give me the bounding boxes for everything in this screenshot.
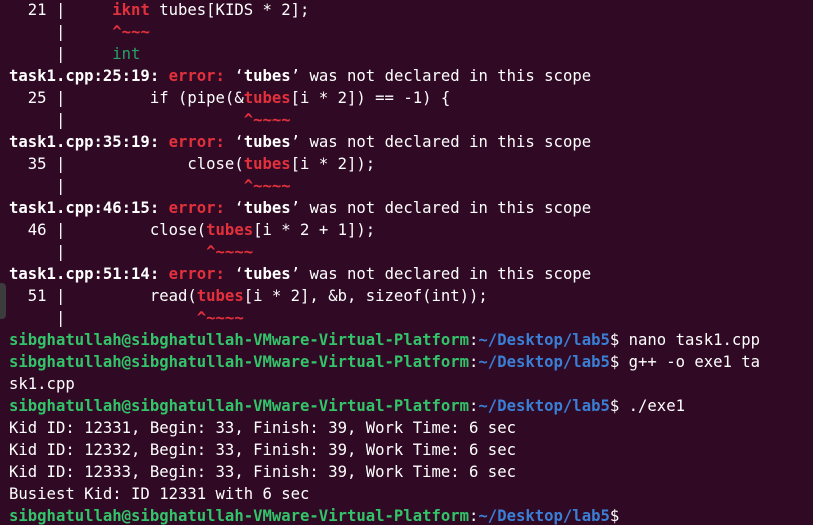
- prompt-user-host: sibghatullah@sibghatullah-VMware-Virtual…: [9, 397, 470, 415]
- caret-line: | ^~~~: [9, 23, 150, 41]
- prompt-user-host: sibghatullah@sibghatullah-VMware-Virtual…: [9, 353, 470, 371]
- fixit-hint: int: [112, 45, 141, 63]
- source-line-51: 51 | read(tubes[i * 2], &b, sizeof(int))…: [9, 287, 488, 305]
- command-wrap-line: sk1.cpp: [9, 375, 75, 393]
- prompt-user-host: sibghatullah@sibghatullah-VMware-Virtual…: [9, 331, 470, 349]
- program-output-line: Kid ID: 12333, Begin: 33, Finish: 39, Wo…: [9, 463, 516, 481]
- scroll-handle[interactable]: [0, 283, 6, 319]
- error-label: error:: [168, 67, 225, 85]
- error-label: error:: [168, 199, 225, 217]
- error-line-51: task1.cpp:51:14: error: ‘tubes’ was not …: [9, 265, 592, 283]
- program-output-line: Kid ID: 12331, Begin: 33, Finish: 39, Wo…: [9, 419, 516, 437]
- caret-line: | ^~~~~: [9, 243, 254, 261]
- terminal-window[interactable]: 21 | iknt tubes[KIDS * 2]; | ^~~~ | int …: [0, 0, 813, 525]
- error-line-25: task1.cpp:25:19: error: ‘tubes’ was not …: [9, 67, 592, 85]
- prompt-line: sibghatullah@sibghatullah-VMware-Virtual…: [9, 331, 761, 349]
- command-text: g++ -o exe1 ta: [619, 353, 761, 371]
- text-cursor: [619, 508, 628, 525]
- prompt-path: ~/Desktop/lab5: [478, 331, 610, 349]
- source-line-25: 25 | if (pipe(&tubes[i * 2]) == -1) {: [9, 89, 451, 107]
- typo-keyword: iknt: [112, 1, 150, 19]
- fixit-line: | int: [9, 45, 141, 63]
- command-text: ./exe1: [619, 397, 685, 415]
- prompt-path: ~/Desktop/lab5: [478, 397, 610, 415]
- caret-line: | ^~~~~: [9, 111, 291, 129]
- program-output-line: Busiest Kid: ID 12331 with 6 sec: [9, 485, 310, 503]
- error-line-35: task1.cpp:35:19: error: ‘tubes’ was not …: [9, 133, 592, 151]
- error-label: error:: [168, 133, 225, 151]
- program-output-line: Kid ID: 12332, Begin: 33, Finish: 39, Wo…: [9, 441, 516, 459]
- source-line-46: 46 | close(tubes[i * 2 + 1]);: [9, 221, 376, 239]
- source-line-21: 21 | iknt tubes[KIDS * 2];: [9, 1, 310, 19]
- caret-line: | ^~~~~: [9, 309, 244, 327]
- error-location: task1.cpp:25:19:: [9, 67, 160, 85]
- prompt-user-host: sibghatullah@sibghatullah-VMware-Virtual…: [9, 507, 470, 525]
- error-location: task1.cpp:35:19:: [9, 133, 160, 151]
- command-text: nano task1.cpp: [619, 331, 761, 349]
- error-location: task1.cpp:51:14:: [9, 265, 160, 283]
- prompt-line: sibghatullah@sibghatullah-VMware-Virtual…: [9, 353, 761, 371]
- caret-line: | ^~~~~: [9, 177, 291, 195]
- prompt-path: ~/Desktop/lab5: [478, 507, 610, 525]
- source-line-35: 35 | close(tubes[i * 2]);: [9, 155, 376, 173]
- terminal-output: 21 | iknt tubes[KIDS * 2]; | ^~~~ | int …: [9, 0, 813, 525]
- error-label: error:: [168, 265, 225, 283]
- error-line-46: task1.cpp:46:15: error: ‘tubes’ was not …: [9, 199, 592, 217]
- prompt-path: ~/Desktop/lab5: [478, 353, 610, 371]
- active-prompt-line[interactable]: sibghatullah@sibghatullah-VMware-Virtual…: [9, 505, 813, 525]
- prompt-line: sibghatullah@sibghatullah-VMware-Virtual…: [9, 397, 685, 415]
- error-location: task1.cpp:46:15:: [9, 199, 160, 217]
